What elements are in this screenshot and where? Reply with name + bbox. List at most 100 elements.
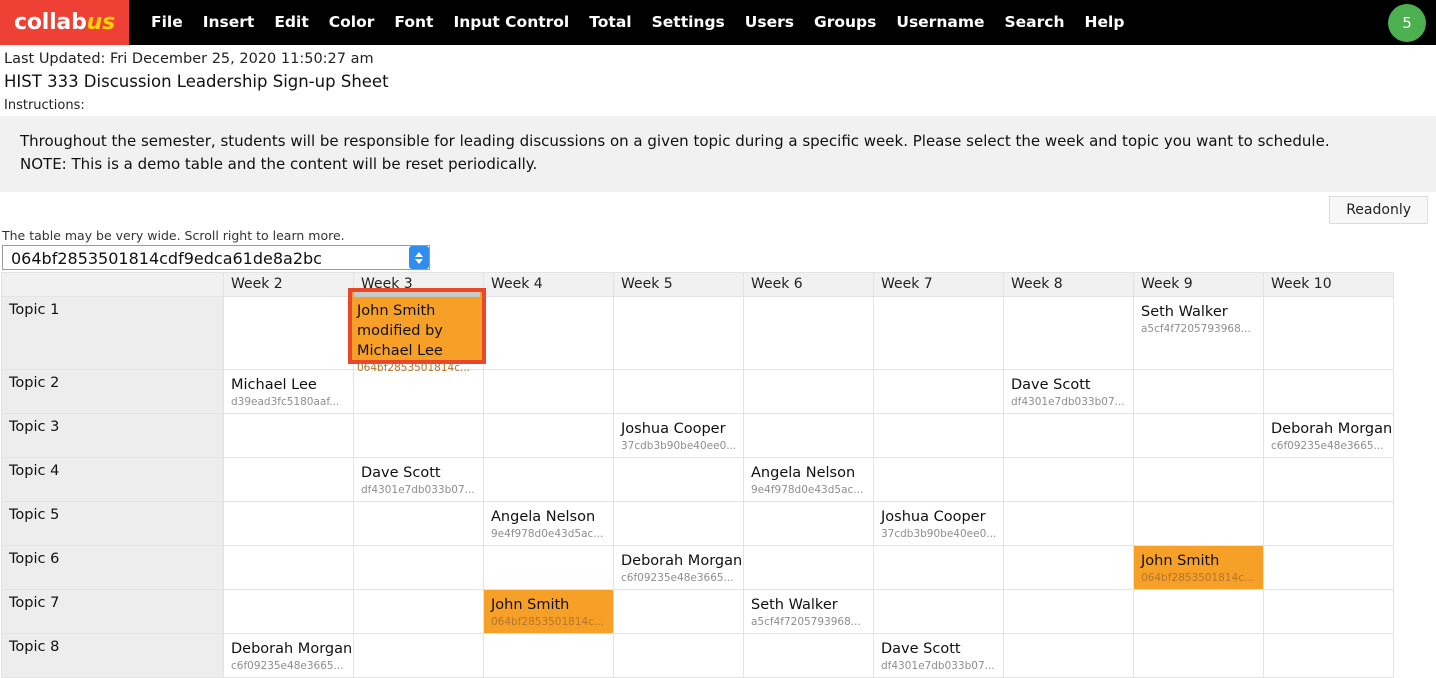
grid-cell[interactable]: Dave Scott df4301e7db033b07... — [353, 457, 484, 502]
menu-item-search[interactable]: Search — [995, 0, 1075, 45]
grid-cell[interactable] — [223, 457, 354, 502]
grid-cell[interactable]: Deborah Morgan c6f09235e48e3665... — [613, 545, 744, 590]
grid-cell[interactable] — [483, 369, 614, 414]
grid-cell[interactable]: Deborah Morgan c6f09235e48e3665... — [1263, 413, 1394, 458]
column-header-week-8[interactable]: Week 8 — [1003, 272, 1134, 297]
grid-cell[interactable] — [1263, 633, 1394, 678]
grid-cell[interactable] — [223, 501, 354, 546]
grid-cell[interactable] — [613, 633, 744, 678]
row-header-topic-4[interactable]: Topic 4 — [1, 457, 224, 502]
grid-cell[interactable] — [353, 633, 484, 678]
grid-cell[interactable] — [873, 545, 1004, 590]
grid-cell[interactable] — [483, 457, 614, 502]
grid-cell[interactable]: Dave Scott df4301e7db033b07... — [1003, 369, 1134, 414]
grid-cell[interactable] — [353, 501, 484, 546]
row-header-topic-1[interactable]: Topic 1 — [1, 296, 224, 370]
grid-cell[interactable] — [223, 589, 354, 634]
grid-cell[interactable]: Michael Lee d39ead3fc5180aaf... — [223, 369, 354, 414]
grid-cell[interactable] — [353, 589, 484, 634]
menu-item-file[interactable]: File — [141, 0, 193, 45]
grid-cell[interactable] — [1003, 633, 1134, 678]
menu-item-input-control[interactable]: Input Control — [443, 0, 579, 45]
row-header-topic-5[interactable]: Topic 5 — [1, 501, 224, 546]
grid-cell[interactable] — [353, 545, 484, 590]
grid-cell[interactable] — [743, 296, 874, 370]
notification-badge[interactable]: 5 — [1388, 4, 1426, 42]
grid-cell[interactable] — [1263, 296, 1394, 370]
row-header-topic-7[interactable]: Topic 7 — [1, 589, 224, 634]
grid-cell[interactable] — [1133, 589, 1264, 634]
grid-cell[interactable] — [483, 633, 614, 678]
menu-item-edit[interactable]: Edit — [264, 0, 318, 45]
grid-cell[interactable] — [613, 369, 744, 414]
menu-item-settings[interactable]: Settings — [642, 0, 735, 45]
grid-cell[interactable] — [223, 296, 354, 370]
grid-cell[interactable] — [1003, 589, 1134, 634]
grid-cell[interactable] — [873, 296, 1004, 370]
grid-cell[interactable] — [1133, 369, 1264, 414]
grid-cell[interactable] — [1263, 545, 1394, 590]
row-header-topic-3[interactable]: Topic 3 — [1, 413, 224, 458]
column-header-week-9[interactable]: Week 9 — [1133, 272, 1264, 297]
column-header-week-10[interactable]: Week 10 — [1263, 272, 1394, 297]
menu-item-insert[interactable]: Insert — [193, 0, 265, 45]
grid-cell[interactable]: Deborah Morgan c6f09235e48e3665... — [223, 633, 354, 678]
grid-cell[interactable]: Angela Nelson 9e4f978d0e43d5ac... — [483, 501, 614, 546]
grid-cell[interactable] — [1133, 457, 1264, 502]
grid-cell[interactable] — [1133, 501, 1264, 546]
grid-cell[interactable] — [613, 296, 744, 370]
grid-cell[interactable] — [353, 413, 484, 458]
grid-cell[interactable] — [1263, 589, 1394, 634]
grid-cell[interactable]: Joshua Cooper 37cdb3b90be40ee0... — [873, 501, 1004, 546]
column-header-week-4[interactable]: Week 4 — [483, 272, 614, 297]
row-header-topic-8[interactable]: Topic 8 — [1, 633, 224, 678]
grid-cell[interactable]: Joshua Cooper 37cdb3b90be40ee0... — [613, 413, 744, 458]
grid-cell[interactable] — [873, 369, 1004, 414]
menu-item-color[interactable]: Color — [319, 0, 385, 45]
menu-item-users[interactable]: Users — [735, 0, 804, 45]
grid-cell[interactable] — [873, 457, 1004, 502]
grid-cell[interactable] — [613, 501, 744, 546]
grid-cell[interactable] — [1263, 369, 1394, 414]
grid-cell[interactable] — [1263, 501, 1394, 546]
grid-cell[interactable] — [1003, 296, 1134, 370]
grid-cell[interactable] — [873, 413, 1004, 458]
grid-cell[interactable] — [743, 545, 874, 590]
grid-cell[interactable] — [1263, 457, 1394, 502]
menu-item-help[interactable]: Help — [1075, 0, 1135, 45]
grid-cell[interactable] — [1133, 633, 1264, 678]
grid-cell[interactable] — [743, 501, 874, 546]
grid-cell[interactable] — [613, 589, 744, 634]
menu-item-username[interactable]: Username — [886, 0, 994, 45]
grid-cell[interactable]: Seth Walker a5cf4f7205793968... — [743, 589, 874, 634]
grid-cell[interactable]: Dave Scott df4301e7db033b07... — [873, 633, 1004, 678]
grid-cell[interactable] — [223, 545, 354, 590]
grid-cell[interactable] — [483, 545, 614, 590]
chevron-updown-icon[interactable] — [409, 246, 429, 269]
menu-item-total[interactable]: Total — [579, 0, 641, 45]
grid-cell[interactable] — [223, 413, 354, 458]
selected-cell[interactable]: John Smith modified by Michael Lee 064bf… — [348, 288, 486, 374]
menu-item-groups[interactable]: Groups — [804, 0, 886, 45]
grid-cell[interactable] — [873, 589, 1004, 634]
row-header-topic-6[interactable]: Topic 6 — [1, 545, 224, 590]
grid-cell[interactable] — [1003, 457, 1134, 502]
grid-cell[interactable] — [483, 296, 614, 370]
column-header-week-2[interactable]: Week 2 — [223, 272, 354, 297]
record-id-select-value[interactable]: 064bf2853501814cdf9edca61de8a2bc — [2, 245, 430, 270]
grid-cell[interactable] — [743, 369, 874, 414]
grid-cell[interactable] — [743, 413, 874, 458]
column-header-week-5[interactable]: Week 5 — [613, 272, 744, 297]
grid-cell[interactable]: Seth Walker a5cf4f7205793968... — [1133, 296, 1264, 370]
grid-cell[interactable]: John Smith 064bf2853501814c... — [1133, 545, 1264, 590]
column-header-week-7[interactable]: Week 7 — [873, 272, 1004, 297]
column-header-week-6[interactable]: Week 6 — [743, 272, 874, 297]
app-logo[interactable]: collab us — [0, 0, 129, 45]
record-id-select[interactable]: 064bf2853501814cdf9edca61de8a2bc — [2, 245, 430, 270]
grid-cell[interactable] — [743, 633, 874, 678]
row-header-topic-2[interactable]: Topic 2 — [1, 369, 224, 414]
grid-cell[interactable] — [483, 413, 614, 458]
grid-cell[interactable] — [1003, 545, 1134, 590]
grid-cell[interactable] — [353, 369, 484, 414]
grid-cell[interactable] — [1003, 501, 1134, 546]
